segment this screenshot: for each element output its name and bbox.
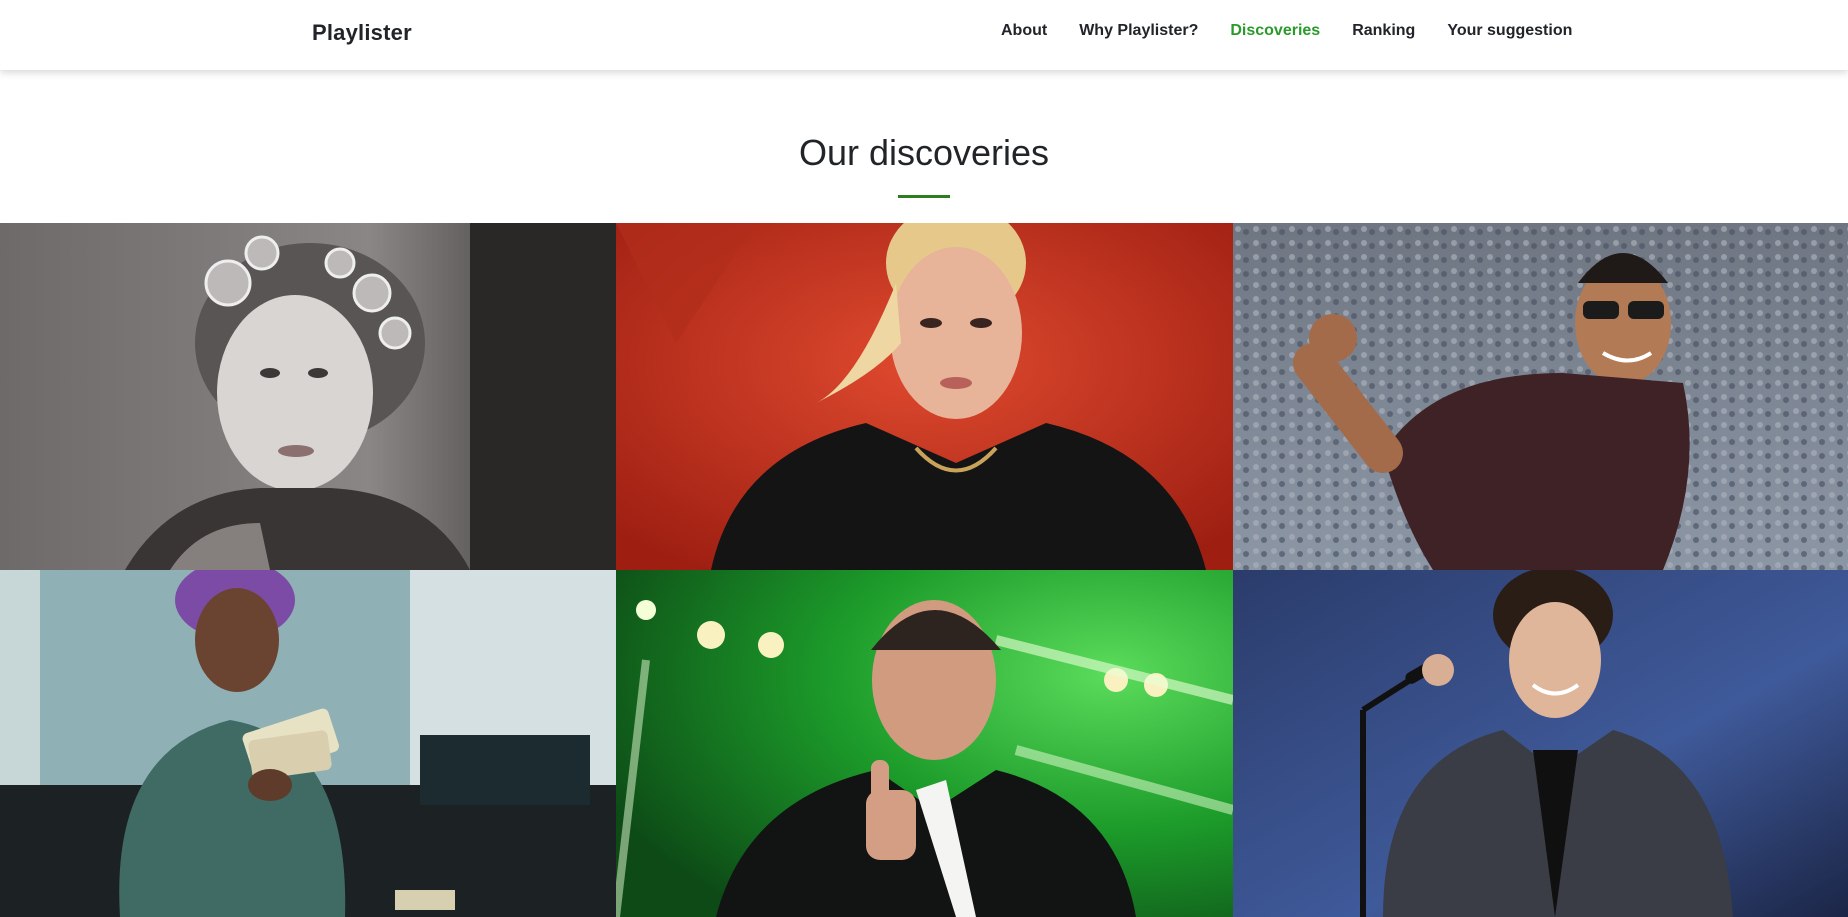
gallery-photo-1[interactable]: [0, 223, 616, 570]
discoveries-gallery: [0, 223, 1848, 917]
gallery-photo-2[interactable]: [616, 223, 1233, 570]
photo-woman-hair-rollers: [0, 223, 616, 570]
photo-man-counting-money: [0, 570, 616, 917]
photo-blonde-woman-red: [616, 223, 1233, 570]
gallery-photo-6[interactable]: [1233, 570, 1848, 917]
main-nav: About Why Playlister? Discoveries Rankin…: [1001, 22, 1572, 40]
photo-man-sunglasses-stadium: [1233, 223, 1848, 570]
nav-link-about[interactable]: About: [1001, 22, 1047, 40]
gallery-photo-4[interactable]: [0, 570, 616, 917]
section-title: Our discoveries: [798, 132, 1050, 173]
brand-logo[interactable]: Playlister: [312, 20, 412, 46]
nav-link-your-suggestion[interactable]: Your suggestion: [1447, 22, 1572, 40]
photo-man-thumbs-up-stage: [616, 570, 1233, 917]
nav-link-ranking[interactable]: Ranking: [1352, 22, 1415, 40]
nav-link-discoveries[interactable]: Discoveries: [1230, 22, 1320, 40]
nav-link-why-playlister[interactable]: Why Playlister?: [1079, 22, 1198, 40]
top-navbar: Playlister About Why Playlister? Discove…: [0, 0, 1848, 70]
photo-singer-microphone: [1233, 570, 1848, 917]
gallery-photo-5[interactable]: [616, 570, 1233, 917]
gallery-photo-3[interactable]: [1233, 223, 1848, 570]
title-divider: [898, 195, 950, 198]
